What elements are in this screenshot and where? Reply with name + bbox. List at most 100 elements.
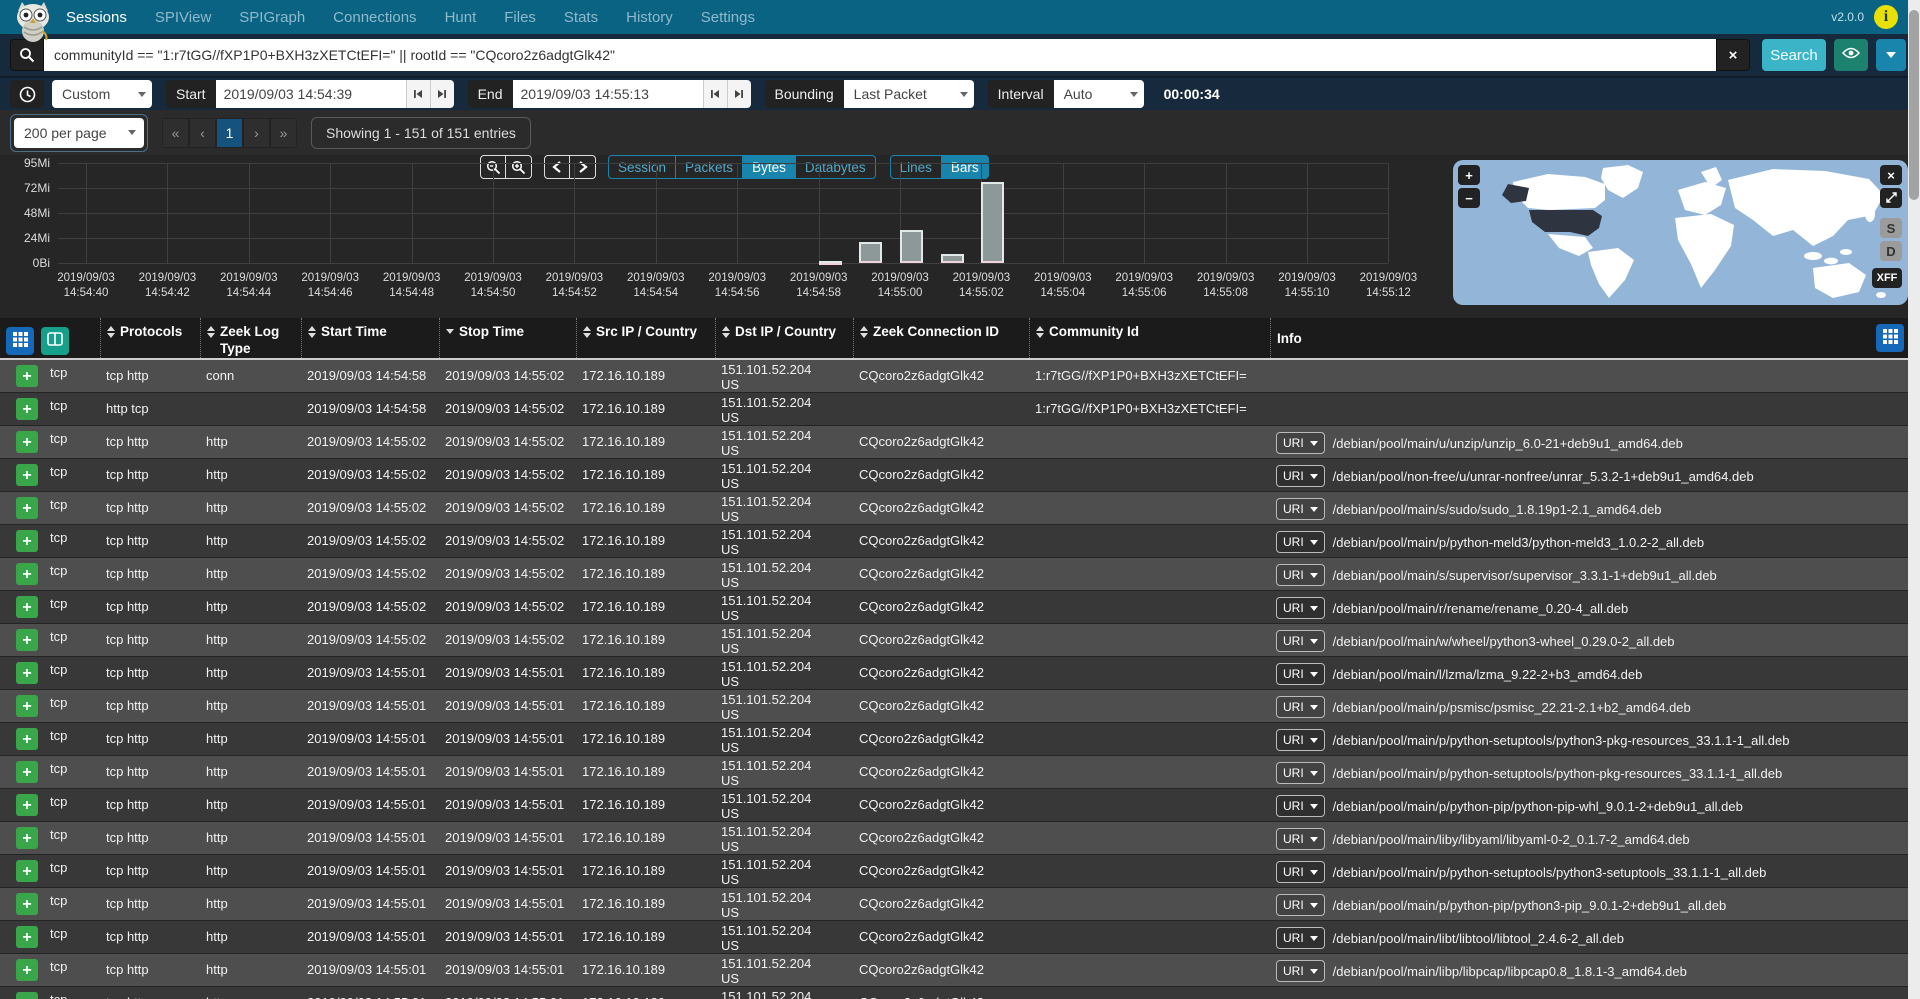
metric-toggle-bytes[interactable]: Bytes <box>743 155 796 179</box>
map-xff-button[interactable]: XFF <box>1872 268 1902 288</box>
map-close-button[interactable]: × <box>1880 165 1902 185</box>
chart-bar[interactable] <box>819 261 842 265</box>
nav-item-hunt[interactable]: Hunt <box>445 9 477 26</box>
uri-dropdown-button[interactable]: URI <box>1276 531 1325 553</box>
metric-toggle-session[interactable]: Session <box>608 155 676 179</box>
style-toggle-lines[interactable]: Lines <box>890 155 942 179</box>
column-header-start-time[interactable]: Start Time <box>301 318 439 358</box>
map-expand-button[interactable] <box>1880 188 1902 208</box>
expand-row-button[interactable]: + <box>16 563 38 585</box>
skip-end-back-button[interactable] <box>703 80 727 108</box>
expand-row-button[interactable]: + <box>16 530 38 552</box>
actions-dropdown-button[interactable] <box>1876 39 1906 71</box>
scrollbar-thumb[interactable] <box>1909 10 1919 200</box>
uri-dropdown-button[interactable]: URI <box>1276 564 1325 586</box>
chart-bar[interactable] <box>900 230 923 263</box>
end-time-input[interactable] <box>513 80 703 108</box>
uri-dropdown-button[interactable]: URI <box>1276 927 1325 949</box>
expand-row-button[interactable]: + <box>16 728 38 750</box>
expand-row-button[interactable]: + <box>16 365 38 387</box>
column-header-src-ip-country[interactable]: Src IP / Country <box>576 318 715 358</box>
expand-row-button[interactable]: + <box>16 992 38 999</box>
uri-dropdown-button[interactable]: URI <box>1276 597 1325 619</box>
column-header-stop-time[interactable]: Stop Time <box>439 318 576 358</box>
start-time-input[interactable] <box>216 80 406 108</box>
column-header-protocols[interactable]: Protocols <box>100 318 200 358</box>
bounding-select[interactable]: Last Packet <box>844 80 974 108</box>
page-button[interactable]: » <box>270 118 297 148</box>
search-input[interactable] <box>44 39 1716 71</box>
column-header-dst-ip-country[interactable]: Dst IP / Country <box>715 318 853 358</box>
uri-dropdown-button[interactable]: URI <box>1276 894 1325 916</box>
nav-item-spiview[interactable]: SPIView <box>155 9 211 26</box>
uri-dropdown-button[interactable]: URI <box>1276 630 1325 652</box>
uri-dropdown-button[interactable]: URI <box>1276 795 1325 817</box>
expand-row-button[interactable]: + <box>16 959 38 981</box>
uri-dropdown-button[interactable]: URI <box>1276 465 1325 487</box>
toggle-view-button[interactable] <box>6 327 34 355</box>
chart-bar[interactable] <box>859 242 882 263</box>
map-zoom-out-button[interactable]: − <box>1458 188 1480 208</box>
expand-row-button[interactable]: + <box>16 398 38 420</box>
pan-left-icon[interactable] <box>544 155 570 179</box>
table-settings-button[interactable] <box>1876 324 1904 352</box>
page-button[interactable]: ‹ <box>189 118 216 148</box>
expand-row-button[interactable]: + <box>16 926 38 948</box>
page-button[interactable]: « <box>162 118 189 148</box>
metric-toggle-databytes[interactable]: Databytes <box>796 155 876 179</box>
column-header-zeek-log-type[interactable]: Zeek Log Type <box>200 318 301 358</box>
column-header-zeek-connection-id[interactable]: Zeek Connection ID <box>853 318 1029 358</box>
skip-start-back-button[interactable] <box>406 80 430 108</box>
map-src-button[interactable]: S <box>1880 218 1902 238</box>
expand-row-button[interactable]: + <box>16 662 38 684</box>
chart-bar[interactable] <box>941 254 964 263</box>
world-map[interactable]: + − × S D XFF <box>1453 160 1908 305</box>
page-size-select[interactable]: 200 per page <box>14 118 144 148</box>
nav-item-spigraph[interactable]: SPIGraph <box>239 9 305 26</box>
expand-row-button[interactable]: + <box>16 893 38 915</box>
nav-item-settings[interactable]: Settings <box>701 9 755 26</box>
expand-row-button[interactable]: + <box>16 464 38 486</box>
metric-toggle-packets[interactable]: Packets <box>676 155 743 179</box>
map-zoom-in-button[interactable]: + <box>1458 165 1480 185</box>
uri-dropdown-button[interactable]: URI <box>1276 828 1325 850</box>
expand-row-button[interactable]: + <box>16 431 38 453</box>
uri-dropdown-button[interactable]: URI <box>1276 729 1325 751</box>
nav-item-files[interactable]: Files <box>504 9 536 26</box>
vertical-scrollbar[interactable] <box>1908 0 1920 999</box>
uri-dropdown-button[interactable]: URI <box>1276 762 1325 784</box>
chart-bar[interactable] <box>981 182 1004 263</box>
expand-row-button[interactable]: + <box>16 629 38 651</box>
column-header-info[interactable]: Info <box>1270 318 1908 358</box>
uri-dropdown-button[interactable]: URI <box>1276 498 1325 520</box>
uri-dropdown-button[interactable]: URI <box>1276 432 1325 454</box>
nav-item-connections[interactable]: Connections <box>333 9 416 26</box>
expand-row-button[interactable]: + <box>16 761 38 783</box>
expand-row-button[interactable]: + <box>16 695 38 717</box>
time-range-select[interactable]: Custom <box>52 80 152 108</box>
expand-row-button[interactable]: + <box>16 497 38 519</box>
uri-dropdown-button[interactable]: URI <box>1276 861 1325 883</box>
skip-start-forward-button[interactable] <box>430 80 454 108</box>
expand-row-button[interactable]: + <box>16 596 38 618</box>
map-dst-button[interactable]: D <box>1880 241 1902 261</box>
skip-end-forward-button[interactable] <box>727 80 751 108</box>
nav-item-sessions[interactable]: Sessions <box>66 9 127 26</box>
zoom-in-icon[interactable] <box>506 155 532 179</box>
interval-select[interactable]: Auto <box>1054 80 1144 108</box>
info-icon[interactable]: i <box>1874 5 1898 29</box>
expand-row-button[interactable]: + <box>16 827 38 849</box>
uri-dropdown-button[interactable]: URI <box>1276 663 1325 685</box>
nav-item-stats[interactable]: Stats <box>564 9 598 26</box>
expand-row-button[interactable]: + <box>16 794 38 816</box>
clear-search-button[interactable]: × <box>1716 39 1750 71</box>
uri-dropdown-button[interactable]: URI <box>1276 960 1325 982</box>
owl-logo-icon[interactable] <box>12 1 54 48</box>
search-button[interactable]: Search <box>1762 39 1826 71</box>
eye-view-button[interactable] <box>1834 39 1868 71</box>
page-button[interactable]: › <box>243 118 270 148</box>
column-header-community-id[interactable]: Community Id <box>1029 318 1270 358</box>
expand-row-button[interactable]: + <box>16 860 38 882</box>
page-button-current[interactable]: 1 <box>216 118 243 148</box>
nav-item-history[interactable]: History <box>626 9 673 26</box>
